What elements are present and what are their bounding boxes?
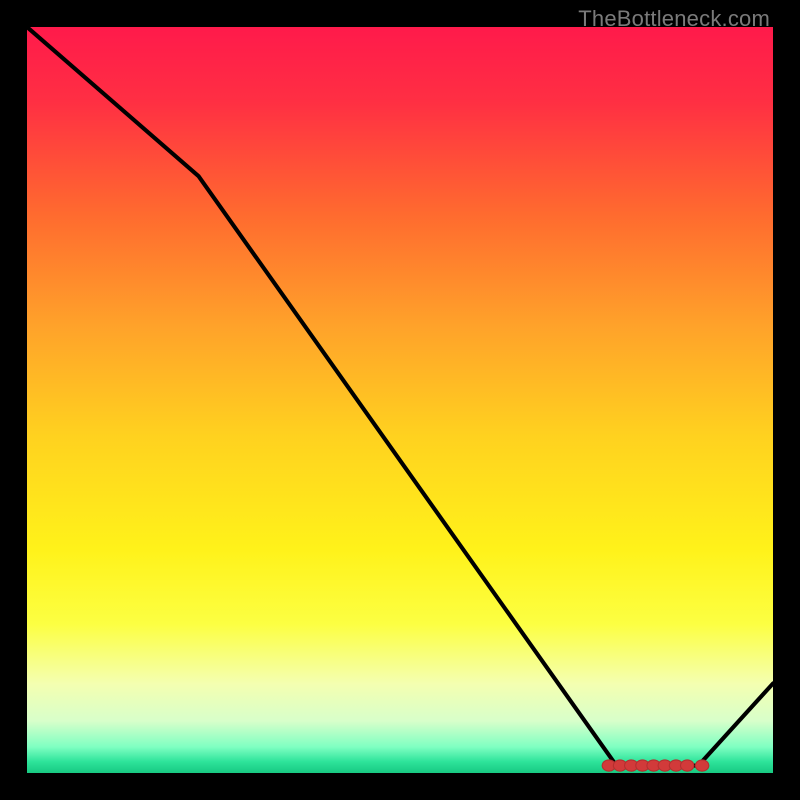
- plot-area: [27, 27, 773, 773]
- chart-frame: TheBottleneck.com: [0, 0, 800, 800]
- watermark-text: TheBottleneck.com: [578, 6, 770, 32]
- bottleneck-curve: [27, 27, 773, 766]
- optimal-marker: [695, 760, 708, 771]
- optimal-markers: [602, 760, 709, 771]
- chart-svg: [27, 27, 773, 773]
- optimal-marker: [680, 760, 693, 771]
